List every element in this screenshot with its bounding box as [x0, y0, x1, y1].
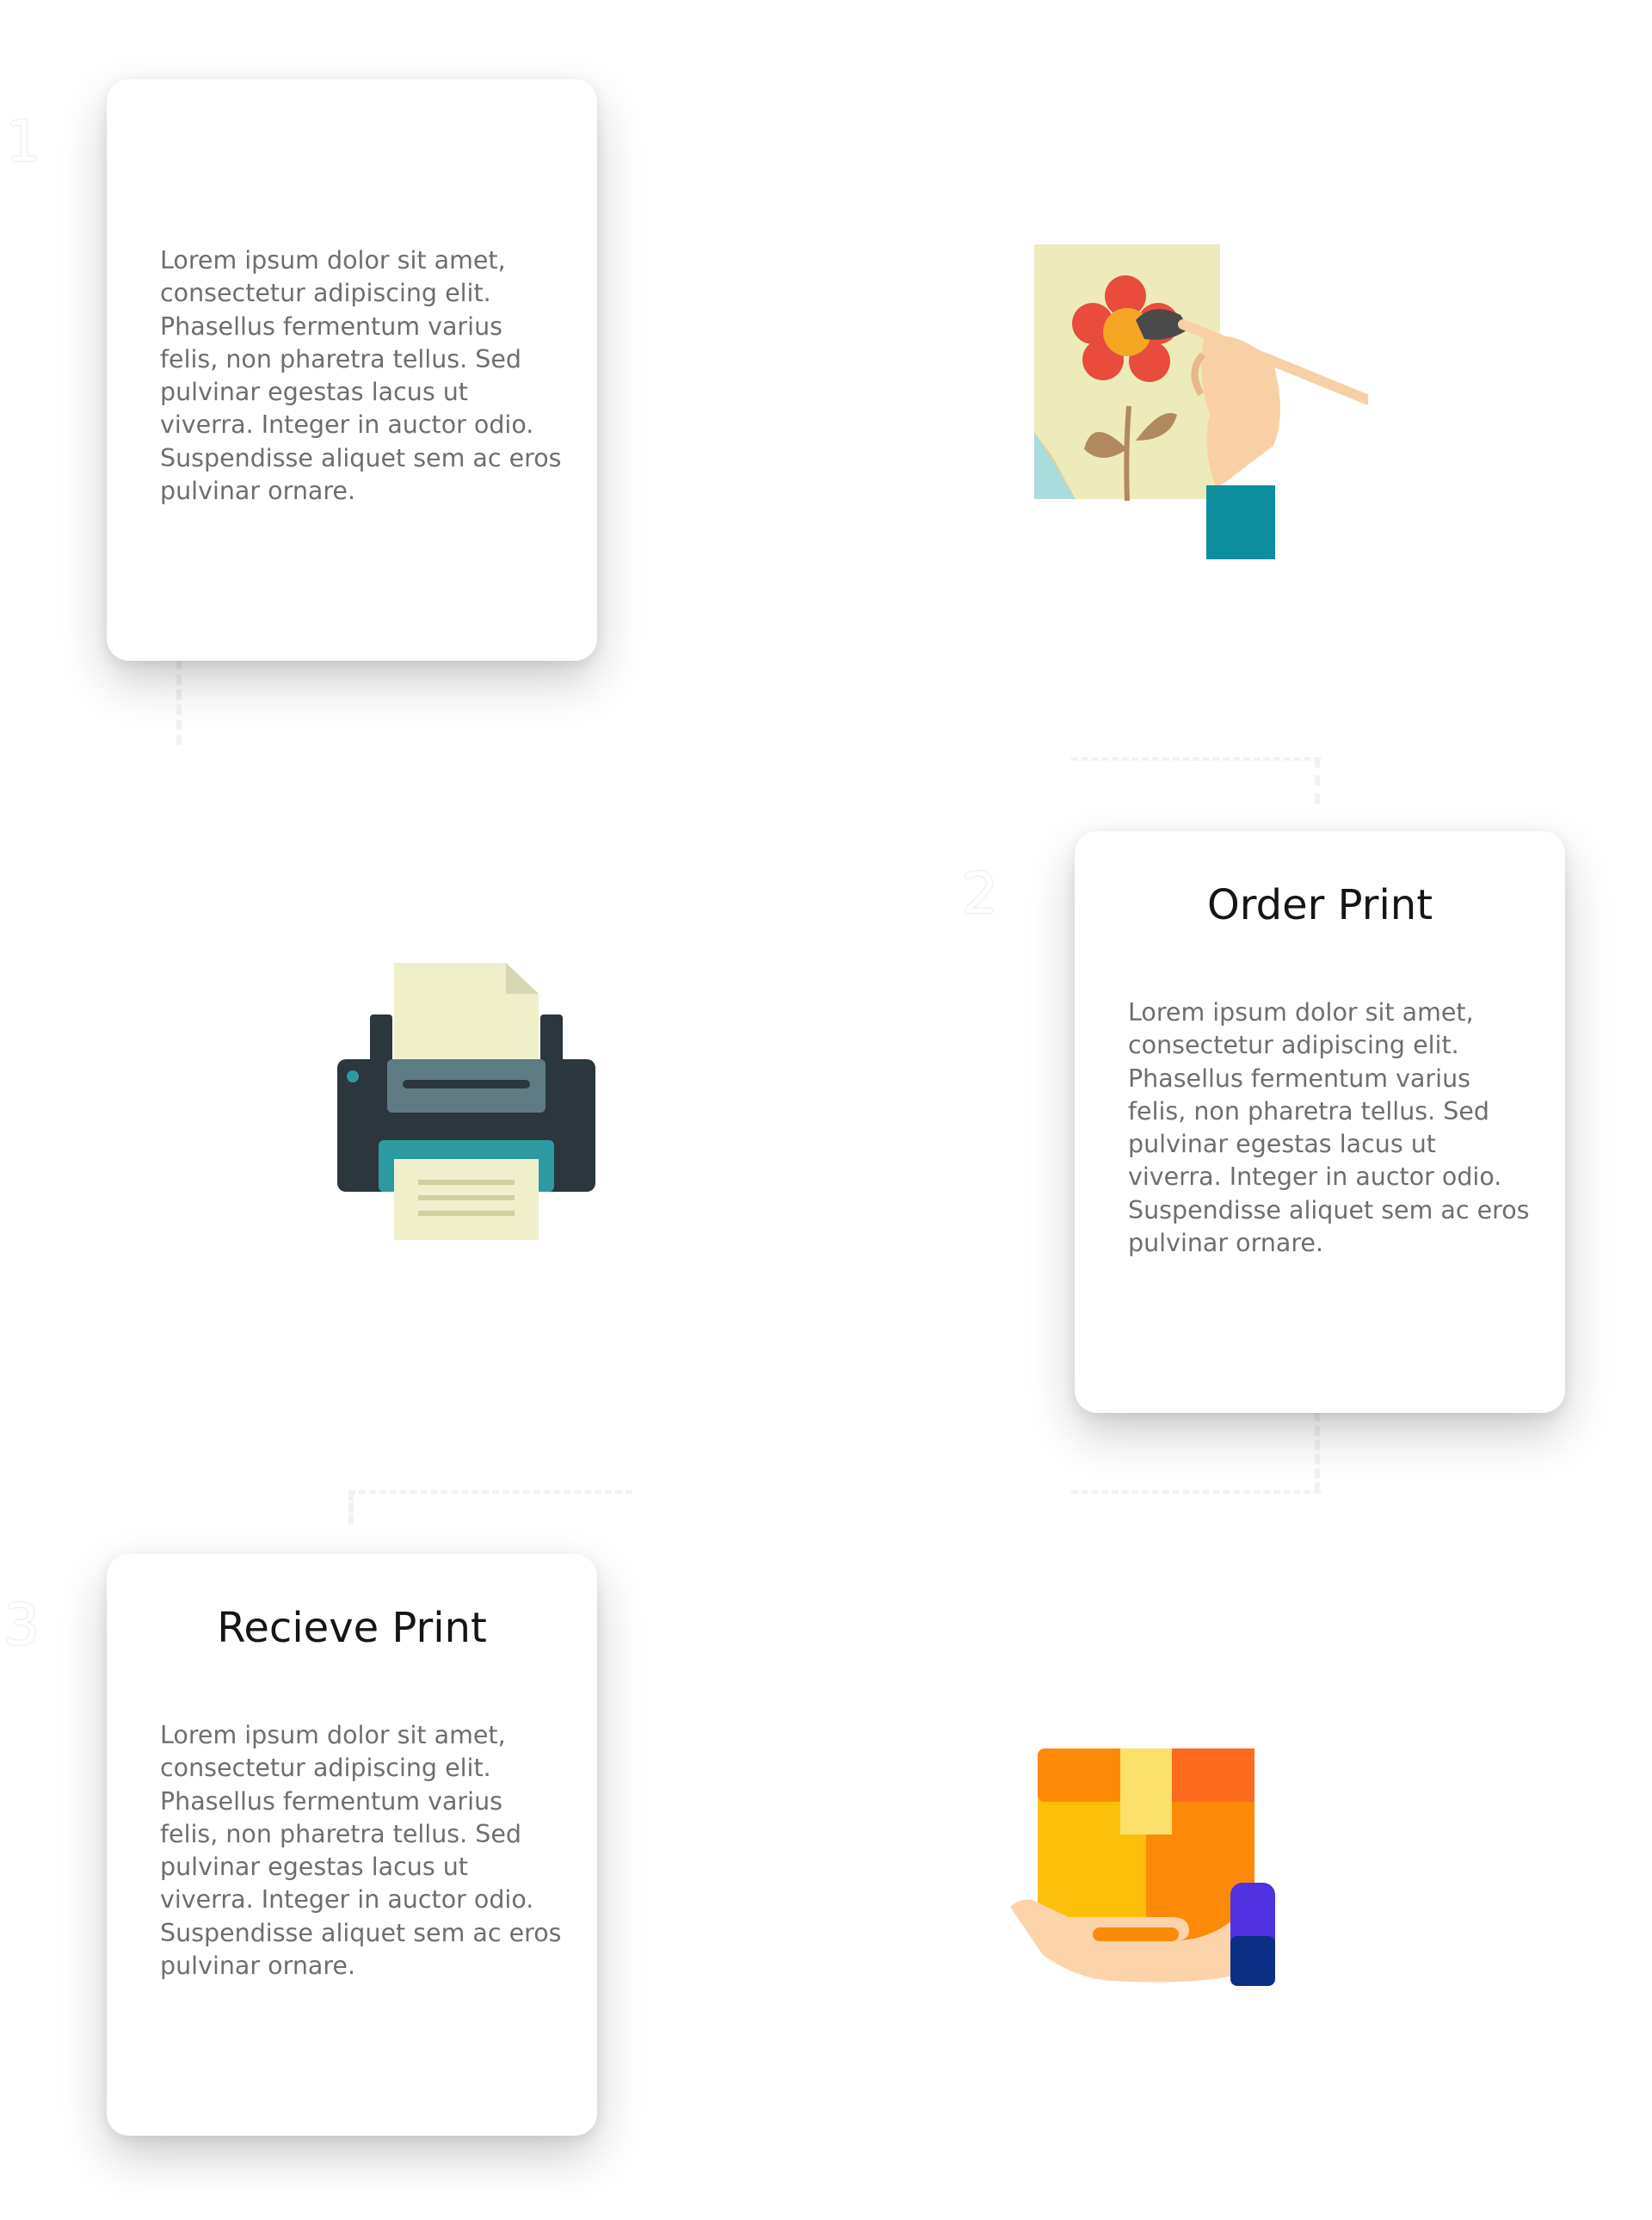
card-description: Lorem ipsum dolor sit amet, consectetur …: [1128, 998, 1530, 1258]
painting-icon: [1032, 243, 1368, 563]
step-number-1: 1: [5, 108, 41, 175]
step-card-3: Recieve Print Lorem ipsum dolor sit amet…: [107, 1554, 597, 2136]
step-number-3: 3: [3, 1592, 40, 1658]
step-number-2: 2: [962, 860, 998, 927]
connector-line: [348, 1490, 359, 1525]
printer-icon: [336, 959, 597, 1242]
card-title: Order Print: [1206, 881, 1433, 929]
card-title: Recieve Print: [217, 1604, 487, 1652]
step-card-1: Lorem ipsum dolor sit amet, consectetur …: [107, 79, 597, 661]
connector-line: [1315, 757, 1325, 804]
connector-line: [1071, 1490, 1321, 1494]
connector-line: [348, 1490, 632, 1494]
connector-line: [1071, 757, 1321, 761]
card-description: Lorem ipsum dolor sit amet, consectetur …: [160, 246, 562, 506]
step-card-2: Order Print Lorem ipsum dolor sit amet, …: [1075, 831, 1565, 1413]
connector-line: [1315, 1411, 1325, 1493]
connector-line: [176, 659, 187, 745]
card-description: Lorem ipsum dolor sit amet, consectetur …: [160, 1721, 562, 1981]
package-delivery-icon: [1008, 1745, 1284, 1993]
